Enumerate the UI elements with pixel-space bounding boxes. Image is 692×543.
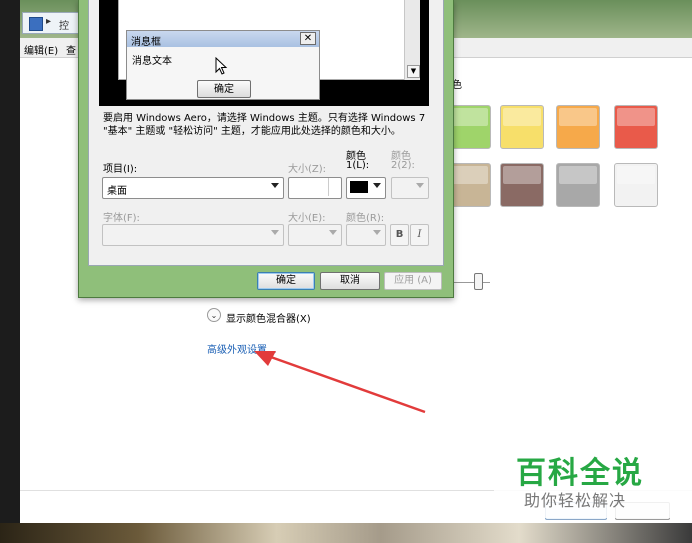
font-label: 字体(F): <box>103 213 140 224</box>
scroll-down-icon[interactable]: ▼ <box>407 65 420 78</box>
chevron-down-icon <box>271 183 279 188</box>
font-color-label: 颜色(R): <box>346 213 385 224</box>
color2-label: 2(2): <box>391 160 415 171</box>
chevron-down-icon <box>271 230 279 235</box>
apply-button[interactable]: 应用 (A) <box>384 272 442 290</box>
color1-swatch <box>350 181 368 193</box>
swatch-white[interactable] <box>614 163 658 207</box>
swatch-gray[interactable] <box>556 163 600 207</box>
bold-button[interactable]: B <box>390 224 409 246</box>
swatch-red[interactable] <box>614 105 658 149</box>
close-icon[interactable]: ✕ <box>300 32 316 45</box>
color2-picker[interactable] <box>391 177 429 199</box>
size-label: 大小(Z): <box>288 164 327 175</box>
italic-button[interactable]: I <box>410 224 429 246</box>
swatch-orange[interactable] <box>556 105 600 149</box>
color-mixer-toggle-icon[interactable]: ⌄ <box>207 308 221 322</box>
font-color-picker[interactable] <box>346 224 386 246</box>
cancel-button[interactable]: 取消 <box>320 272 380 290</box>
menu-view[interactable]: 查 <box>66 42 76 57</box>
preview-scrollbar[interactable]: ▼ <box>404 0 420 80</box>
ok-button[interactable]: 确定 <box>257 272 315 290</box>
message-box-title: 消息框 <box>131 37 161 48</box>
chevron-down-icon <box>373 230 381 235</box>
swatch-brown[interactable] <box>500 163 544 207</box>
left-edge <box>0 0 20 543</box>
menu-edit[interactable]: 编辑(E) <box>24 42 58 57</box>
breadcrumb-arrow-icon[interactable]: ▸ <box>46 16 51 27</box>
spinner-arrows-icon[interactable] <box>328 178 341 196</box>
chevron-down-icon <box>329 230 337 235</box>
chevron-down-icon <box>373 183 381 188</box>
message-box-ok-button[interactable]: 确定 <box>197 80 251 98</box>
color-mixer-label[interactable]: 显示颜色混合器(X) <box>226 310 311 325</box>
advanced-appearance-link[interactable]: 高级外观设置... <box>207 341 277 356</box>
intensity-slider-thumb[interactable] <box>474 273 483 290</box>
color1-picker[interactable] <box>346 177 386 199</box>
message-box-text: 消息文本 <box>132 56 172 67</box>
watermark-subtitle: 助你轻松解决 <box>524 491 627 510</box>
font-size-select[interactable] <box>288 224 342 246</box>
swatch-yellow[interactable] <box>500 105 544 149</box>
aero-hint-text: 要启用 Windows Aero，请选择 Windows 主题。只有选择 Win… <box>103 113 426 137</box>
watermark-title: 百科全说 <box>516 456 644 491</box>
intensity-slider-track[interactable] <box>452 282 490 283</box>
size-spinner[interactable] <box>288 177 342 199</box>
desktop-wallpaper-strip <box>0 523 692 543</box>
mouse-cursor-icon <box>215 57 228 75</box>
item-select-value: 桌面 <box>107 186 127 197</box>
item-label: 项目(I): <box>103 164 138 175</box>
item-select[interactable]: 桌面 <box>102 177 284 199</box>
color1-label: 1(L): <box>346 160 370 171</box>
breadcrumb-text[interactable]: 控 <box>59 17 69 32</box>
chevron-down-icon <box>416 183 424 188</box>
font-size-label: 大小(E): <box>288 213 326 224</box>
control-panel-icon <box>29 17 43 31</box>
font-select[interactable] <box>102 224 284 246</box>
